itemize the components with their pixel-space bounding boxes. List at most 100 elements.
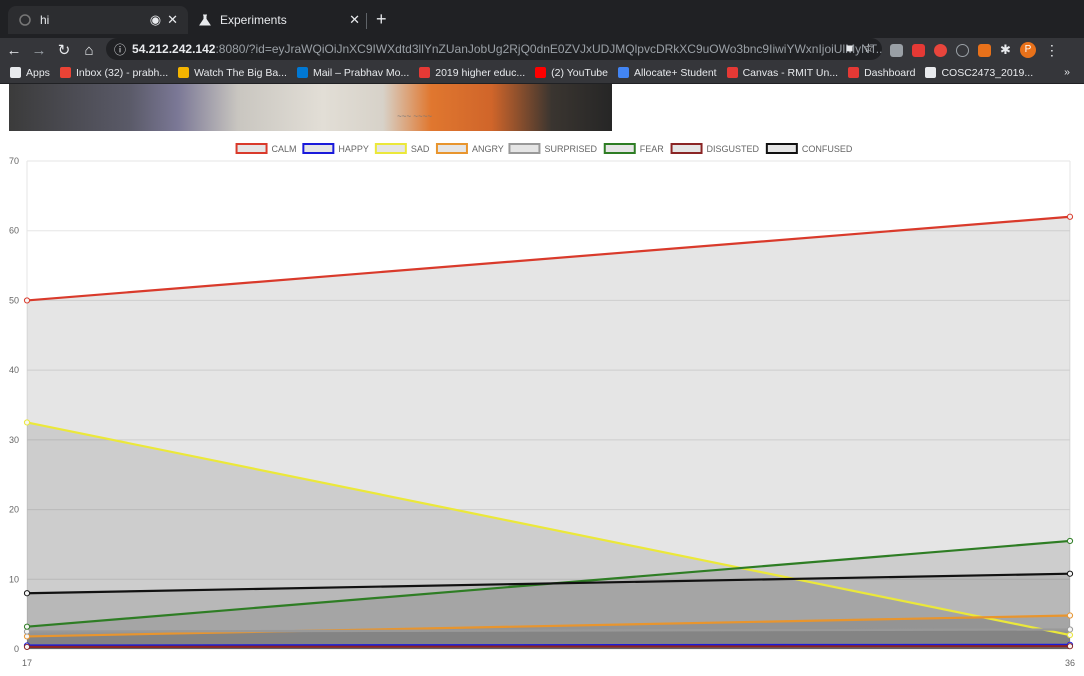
browser-toolbar: ← → ↻ ⌂ ⓘ 54.212.242.142 :8080/?id=eyJra… [0, 38, 1084, 62]
forward-button[interactable]: → [28, 42, 50, 59]
data-point-disgusted [23, 643, 31, 651]
bookmark-favicon-icon [848, 67, 860, 78]
bookmark-item[interactable]: Inbox (32) - prabh... [59, 66, 169, 79]
tab-title: Experiments [220, 13, 287, 27]
apps-grid-icon [10, 67, 21, 78]
video-preview: ~~~ ~~~~ [9, 84, 612, 131]
bookmark-label: 2019 higher educ... [435, 66, 526, 79]
close-tab-icon[interactable]: ✕ [349, 12, 360, 28]
profile-avatar[interactable]: P [1019, 42, 1036, 58]
close-tab-icon[interactable]: ✕ [167, 12, 178, 28]
bookmark-favicon-icon [925, 67, 937, 78]
bookmark-favicon-icon [535, 67, 547, 78]
data-point-fear [23, 623, 31, 630]
bookmark-label: Watch The Big Ba... [194, 66, 287, 79]
bookmark-item[interactable]: Dashboard [848, 67, 915, 79]
data-point-angry [1066, 612, 1074, 619]
bookmark-item[interactable]: COSC2473_2019... [925, 67, 1033, 79]
legend-swatch-confused [765, 143, 798, 154]
bookmark-favicon-icon [419, 67, 431, 78]
legend-label-confused: CONFUSED [802, 144, 853, 154]
shirt-print: ~~~ ~~~~ [397, 112, 432, 121]
y-tick-label: 70 [9, 156, 19, 166]
legend-label-fear: FEAR [640, 144, 665, 154]
flask-icon [198, 13, 212, 27]
data-point-sad [1066, 631, 1074, 639]
bookmark-item[interactable]: Allocate+ Student [617, 66, 717, 79]
bookmark-label: Inbox (32) - prabh... [75, 66, 169, 79]
tab-title: hi [40, 13, 50, 27]
bookmark-favicon-icon [296, 67, 308, 78]
legend-swatch-happy [302, 143, 335, 154]
legend-swatch-angry [435, 143, 468, 154]
bookmark-favicon-icon [59, 67, 71, 78]
home-button[interactable]: ⌂ [78, 42, 100, 59]
puzzle-icon[interactable]: ✱ [1000, 42, 1011, 58]
media-playing-icon: ◉ [149, 12, 162, 27]
tab-hi[interactable]: hi ◉ ✕ [8, 6, 188, 34]
legend-swatch-surprised [508, 143, 541, 154]
bookmark-label: Apps [26, 66, 50, 79]
tab-experiments[interactable]: Experiments ✕ [188, 6, 370, 34]
tab-separator [366, 13, 367, 29]
legend-swatch-sad [374, 143, 407, 154]
legend-swatch-calm [235, 143, 268, 154]
extension-icon[interactable] [956, 43, 969, 57]
legend-label-calm: CALM [272, 144, 297, 154]
bookmark-item[interactable]: Mail – Prabhav Mo... [296, 66, 410, 79]
bookmarks-overflow-button[interactable]: » [1064, 66, 1070, 78]
info-icon[interactable]: ⓘ [114, 41, 126, 58]
legend-label-surprised: SURPRISED [544, 144, 597, 154]
bookmark-favicon-icon [726, 67, 738, 78]
x-tick-label: 17 [22, 658, 32, 668]
y-tick-label: 20 [9, 505, 19, 515]
reload-button[interactable]: ↻ [53, 41, 75, 59]
tab-strip: hi ◉ ✕ Experiments ✕ + [0, 0, 1084, 38]
bookmark-favicon-icon [178, 67, 190, 78]
data-point-confused [1066, 570, 1074, 577]
extension-icon[interactable] [934, 43, 947, 57]
menu-icon[interactable]: ⋮ [1045, 42, 1059, 59]
bookmark-item[interactable]: 2019 higher educ... [419, 67, 525, 79]
bookmark-item[interactable]: (2) YouTube [535, 67, 608, 79]
new-tab-button[interactable]: + [376, 9, 387, 29]
bookmark-label: Mail – Prabhav Mo... [312, 66, 410, 79]
extension-icon[interactable] [978, 43, 991, 57]
bookmark-item[interactable]: Canvas - RMIT Un... [726, 67, 838, 79]
data-point-fear [1066, 537, 1074, 545]
data-point-calm [23, 297, 31, 304]
y-tick-label: 10 [9, 574, 19, 584]
x-tick-label: 36 [1065, 658, 1075, 668]
omnibox-icons: ■ ☆ [846, 41, 874, 55]
bookmark-label: Allocate+ Student [633, 66, 717, 79]
y-tick-label: 30 [9, 435, 19, 445]
address-bar[interactable]: ⓘ 54.212.242.142 :8080/?id=eyJraWQiOiJnX… [106, 38, 882, 60]
y-tick-label: 40 [9, 365, 19, 375]
bookmark-label: Dashboard [864, 66, 916, 79]
y-tick-label: 0 [14, 644, 19, 654]
legend-label-sad: SAD [411, 144, 430, 154]
legend-label-happy: HAPPY [338, 144, 369, 154]
bookmark-label: COSC2473_2019... [941, 66, 1034, 79]
address-host: 54.212.242.142 [132, 42, 216, 56]
camera-icon[interactable]: ■ [846, 41, 853, 55]
extension-icon[interactable] [890, 43, 903, 57]
star-icon[interactable]: ☆ [863, 41, 874, 55]
y-tick-label: 60 [9, 226, 19, 236]
data-point-surprised [1066, 626, 1074, 633]
back-button[interactable]: ← [3, 42, 25, 59]
extension-icon[interactable] [912, 43, 925, 57]
data-point-sad [23, 419, 31, 426]
legend-label-disgusted: DISGUSTED [707, 144, 760, 154]
bookmark-item[interactable]: Apps [10, 67, 50, 79]
bookmark-favicon-icon [617, 67, 629, 78]
series-line-disgusted [26, 645, 1071, 649]
data-point-calm [1066, 213, 1074, 220]
bookmark-label: (2) YouTube [551, 66, 608, 79]
data-point-disgusted [1066, 643, 1074, 650]
emotion-line-chart: 0 10 20 30 40 50 60 70 17 36 CALM HAPPY SAD ANGRY SURP… [9, 143, 1075, 668]
extensions-area: ✱ P ⋮ [890, 38, 1059, 62]
y-tick-label: 50 [9, 295, 19, 305]
legend-swatch-fear [603, 143, 636, 154]
bookmark-item[interactable]: Watch The Big Ba... [178, 67, 287, 79]
